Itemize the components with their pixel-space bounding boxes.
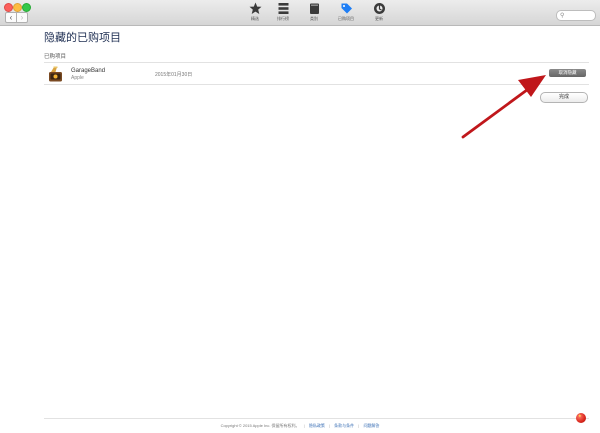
annotation-arrow bbox=[461, 75, 546, 139]
terms-link[interactable]: 条款与条件 bbox=[334, 423, 354, 428]
faq-link[interactable]: 问题解答 bbox=[363, 423, 379, 428]
copyright-text: Copyright © 2015 Apple Inc. 保留所有权利。 bbox=[220, 423, 300, 428]
privacy-link[interactable]: 隐私政策 bbox=[309, 423, 325, 428]
star-icon: ★ bbox=[578, 413, 582, 418]
footer: Copyright © 2015 Apple Inc. 保留所有权利。 | 隐私… bbox=[220, 423, 380, 428]
country-flag-icon[interactable]: ★ bbox=[576, 413, 586, 423]
divider bbox=[44, 418, 589, 419]
